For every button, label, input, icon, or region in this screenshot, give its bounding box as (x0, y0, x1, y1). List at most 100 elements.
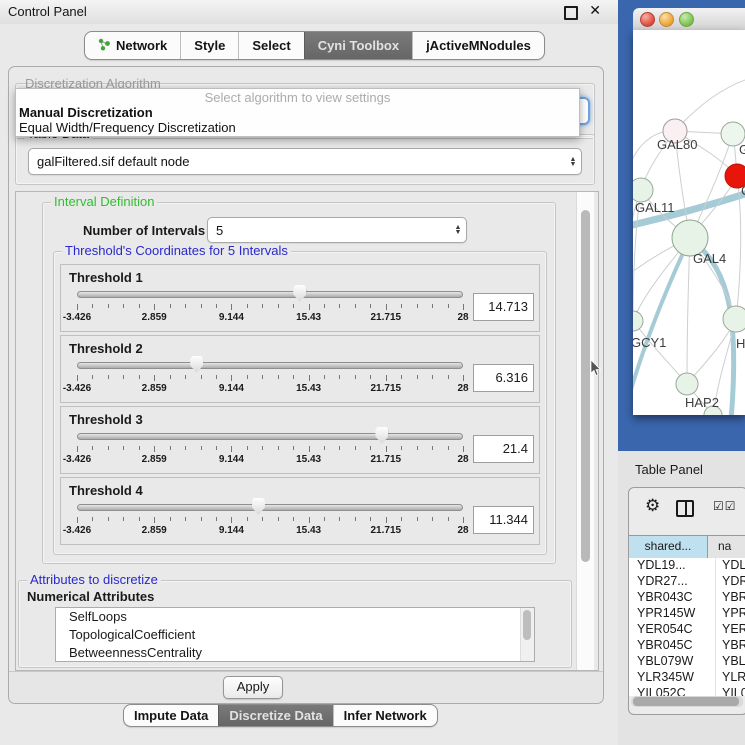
table-row[interactable]: YBR043CYBR0 (629, 590, 745, 606)
threshold-value-field[interactable]: 6.316 (473, 364, 534, 392)
cell-shared-name: YBR045C (629, 638, 716, 654)
dropdown-option-manual[interactable]: Manual Discretization (16, 105, 579, 120)
slider-tick (417, 517, 418, 521)
slider-tick (355, 304, 356, 308)
threshold-slider[interactable]: -3.4262.8599.14415.4321.71528 (77, 498, 463, 542)
panel-scrollbar-thumb[interactable] (581, 210, 590, 562)
table-hscrollbar[interactable] (631, 696, 743, 707)
threshold-value-field[interactable]: 14.713 (473, 293, 534, 321)
cell-name: YDR2 (716, 574, 745, 590)
table-header-row: shared... na (629, 535, 745, 559)
tab-network[interactable]: Network (85, 32, 180, 59)
slider-tick (185, 304, 186, 308)
slider-tick (216, 517, 217, 521)
network-canvas[interactable]: GAL80GACGAL11GAL4GCY1HHAP2 (633, 30, 745, 415)
threshold-value-field[interactable]: 21.4 (473, 435, 534, 463)
slider-tick (231, 304, 232, 310)
attributes-group-title: Attributes to discretize (27, 573, 161, 587)
tab-impute-data[interactable]: Impute Data (124, 705, 218, 726)
slider-tick (324, 446, 325, 450)
table-row[interactable]: YPR145WYPR1 (629, 606, 745, 622)
panel-title: Control Panel (8, 4, 87, 19)
slider-tick (386, 304, 387, 310)
slider-track[interactable] (77, 433, 463, 440)
attribute-list-item[interactable]: SelfLoops (56, 608, 534, 626)
tab-label: Network (116, 38, 167, 53)
table-row[interactable]: YBR045CYBR0 (629, 638, 745, 654)
slider-tick (448, 304, 449, 308)
slider-tick (463, 304, 464, 310)
table-row[interactable]: YLR345WYLR3 (629, 670, 745, 686)
slider-tick (123, 304, 124, 308)
list-scrollbar-thumb[interactable] (523, 610, 531, 640)
table-data-combobox[interactable]: galFiltered.sif default node ▲▼ (28, 148, 582, 175)
list-scrollbar[interactable] (520, 608, 534, 661)
slider-track[interactable] (77, 504, 463, 511)
column-header-name[interactable]: na (708, 536, 745, 558)
checkbox-icons[interactable]: ☑☑ (713, 499, 737, 513)
slider-tick-label: 9.144 (219, 383, 244, 394)
number-of-intervals-combobox[interactable]: 5 ▲▼ (207, 217, 467, 243)
close-icon[interactable]: ✕ (589, 2, 601, 19)
panel-scrollbar[interactable] (576, 192, 594, 670)
slider-tick (92, 446, 93, 450)
attribute-list-item[interactable]: BetweennessCentrality (56, 644, 534, 662)
tab-cyni-toolbox[interactable]: Cyni Toolbox (304, 32, 412, 59)
slider-tick (139, 375, 140, 379)
threshold-slider[interactable]: -3.4262.8599.14415.4321.71528 (77, 427, 463, 471)
slider-tick (339, 517, 340, 521)
network-node-label: HAP2 (685, 395, 719, 410)
slider-thumb[interactable] (190, 356, 203, 373)
threshold-value-field[interactable]: 11.344 (473, 506, 534, 534)
table-row[interactable]: YDR27...YDR2 (629, 574, 745, 590)
slider-tick (170, 304, 171, 308)
tab-discretize-data[interactable]: Discretize Data (218, 705, 332, 726)
slider-thumb[interactable] (293, 285, 306, 302)
slider-tick (309, 446, 310, 452)
cell-name: YBL0 (716, 654, 745, 670)
slider-tick-label: 28 (457, 454, 468, 465)
network-node[interactable] (676, 373, 698, 395)
slider-tick (432, 446, 433, 450)
dropdown-option-equal-width[interactable]: Equal Width/Frequency Discretization (16, 120, 579, 135)
column-view-icon[interactable] (676, 500, 694, 517)
tab-select[interactable]: Select (238, 32, 303, 59)
network-window-titlebar[interactable] (633, 8, 745, 31)
table-hscrollbar-thumb[interactable] (633, 697, 739, 706)
minimize-traffic-light-icon[interactable] (659, 12, 674, 27)
slider-tick (293, 517, 294, 521)
table-row[interactable]: YDL19...YDL1 (629, 558, 745, 574)
network-node[interactable] (633, 178, 653, 202)
column-header-shared-name[interactable]: shared... (629, 536, 708, 558)
slider-tick (92, 304, 93, 308)
slider-thumb[interactable] (252, 498, 265, 515)
table-row[interactable]: YBL079WYBL0 (629, 654, 745, 670)
slider-tick-label: 21.715 (371, 454, 402, 465)
network-node[interactable] (633, 311, 643, 331)
cell-shared-name: YER054C (629, 622, 716, 638)
table-row[interactable]: YER054CYER0 (629, 622, 745, 638)
slider-tick (185, 517, 186, 521)
tab-style[interactable]: Style (180, 32, 238, 59)
slider-tick-label: 9.144 (219, 454, 244, 465)
cell-shared-name: YBL079W (629, 654, 716, 670)
slider-tick (463, 375, 464, 381)
gear-icon[interactable]: ⚙ (645, 496, 660, 516)
tab-jactivemnodules[interactable]: jActiveMNodules (412, 32, 544, 59)
close-traffic-light-icon[interactable] (640, 12, 655, 27)
attribute-list-item[interactable]: TopologicalCoefficient (56, 626, 534, 644)
tab-infer-network[interactable]: Infer Network (333, 705, 437, 726)
mouse-cursor (590, 360, 602, 377)
threshold-slider[interactable]: -3.4262.8599.14415.4321.71528 (77, 356, 463, 400)
zoom-traffic-light-icon[interactable] (679, 12, 694, 27)
table-row[interactable]: YIL052CYIL0 (629, 686, 745, 696)
slider-track[interactable] (77, 291, 463, 298)
network-node[interactable] (723, 306, 745, 332)
apply-button[interactable]: Apply (223, 676, 283, 699)
slider-thumb[interactable] (375, 427, 388, 444)
threshold-slider[interactable]: -3.4262.8599.14415.4321.71528 (77, 285, 463, 329)
float-window-icon[interactable] (564, 6, 578, 20)
slider-tick (201, 304, 202, 308)
slider-track[interactable] (77, 362, 463, 369)
network-edge[interactable] (687, 238, 690, 384)
